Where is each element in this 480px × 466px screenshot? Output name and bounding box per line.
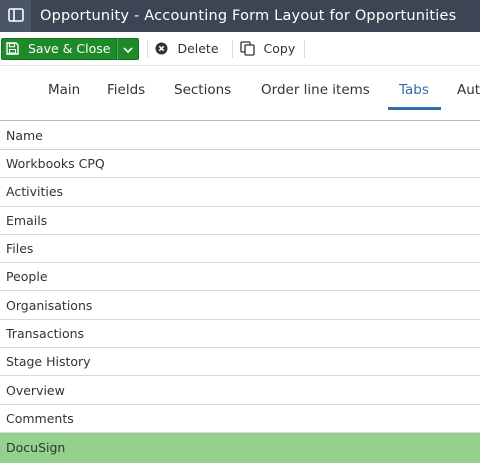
tab-order-line-items[interactable]: Order line items (261, 82, 370, 98)
copy-label: Copy (263, 41, 296, 56)
column-header-label: Name (6, 127, 43, 143)
row-name: Comments (6, 410, 74, 426)
delete-button[interactable]: Delete (155, 38, 219, 60)
sidebar-toggle-button[interactable] (0, 0, 31, 32)
tab-sections[interactable]: Sections (174, 82, 231, 98)
toolbar-divider (147, 39, 149, 58)
row-name: Activities (6, 184, 64, 200)
x-circle-icon (155, 42, 168, 55)
toolbar: Save & Close Delete Copy (0, 32, 480, 66)
tabs-table: Name Workbooks CPQ Activities Emails Fil… (0, 121, 480, 463)
tab-main[interactable]: Main (48, 82, 80, 98)
save-options-dropdown[interactable] (117, 37, 140, 60)
window-title: Opportunity - Accounting Form Layout for… (40, 8, 457, 24)
toolbar-divider (304, 39, 306, 58)
toolbar-divider (231, 39, 233, 58)
row-name: Emails (6, 212, 48, 228)
table-row[interactable]: People (0, 263, 480, 292)
table-row[interactable]: Workbooks CPQ (0, 150, 480, 179)
table-row[interactable]: Stage History (0, 348, 480, 377)
table-row[interactable]: Activities (0, 178, 480, 207)
copy-icon (239, 41, 255, 56)
column-header-name[interactable]: Name (0, 121, 480, 150)
table-row[interactable]: Transactions (0, 320, 480, 349)
table-row[interactable]: Overview (0, 376, 480, 405)
tab-bar: Main Fields Sections Order line items Ta… (0, 66, 480, 121)
tab-automation[interactable]: Aut (457, 82, 480, 98)
chevron-down-icon (123, 39, 134, 58)
row-name: People (6, 269, 48, 285)
save-close-button[interactable]: Save & Close (1, 37, 118, 60)
row-name: Files (6, 241, 34, 257)
title-bar: Opportunity - Accounting Form Layout for… (0, 0, 480, 32)
active-tab-indicator (388, 107, 441, 110)
table-row[interactable]: Emails (0, 207, 480, 235)
table-row-selected[interactable]: DocuSign (0, 432, 480, 463)
delete-label: Delete (177, 41, 219, 56)
floppy-disk-icon (6, 42, 19, 55)
tab-fields[interactable]: Fields (107, 82, 145, 98)
row-name: Workbooks CPQ (6, 156, 105, 172)
table-row[interactable]: Organisations (0, 291, 480, 320)
row-name: Organisations (6, 297, 93, 313)
save-button-group: Save & Close (1, 37, 140, 60)
table-row[interactable]: Files (0, 235, 480, 264)
copy-button[interactable]: Copy (239, 38, 296, 60)
tab-tabs[interactable]: Tabs (399, 82, 429, 98)
sidebar-panel-icon (7, 7, 24, 26)
row-name: DocuSign (6, 440, 66, 456)
row-name: Stage History (6, 354, 91, 370)
save-close-label: Save & Close (28, 41, 111, 56)
table-row[interactable]: Comments (0, 405, 480, 433)
row-name: Transactions (6, 325, 85, 341)
row-name: Overview (6, 382, 65, 398)
